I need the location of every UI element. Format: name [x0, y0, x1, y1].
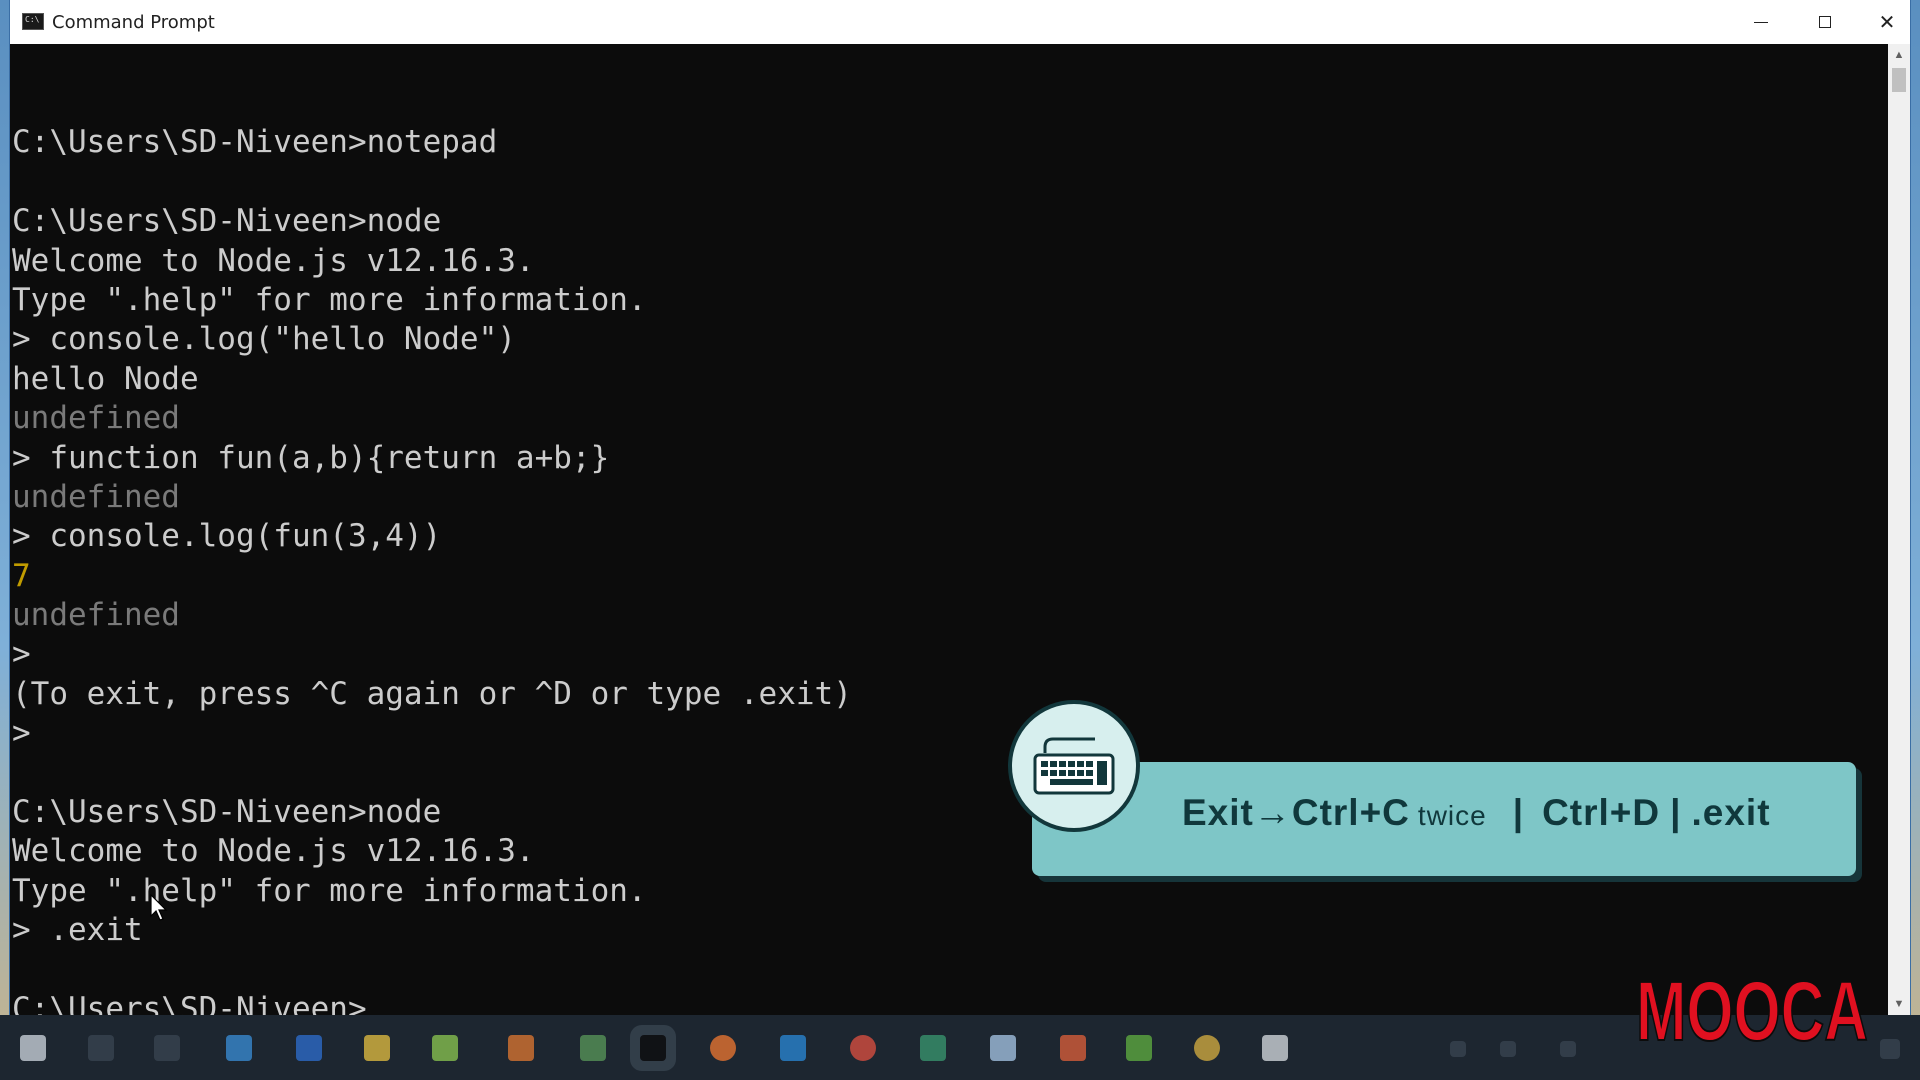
console-line: (To exit, press ^C again or ^D or type .…	[12, 675, 852, 712]
console-line: undefined	[12, 478, 180, 515]
console-line: undefined	[12, 597, 180, 634]
vscode-icon[interactable]	[780, 1035, 806, 1061]
console-line: >	[12, 715, 31, 752]
windows-taskbar	[0, 1015, 1920, 1080]
hint-ctrl-d: Ctrl+D	[1542, 792, 1661, 833]
hint-separator-2: |	[1670, 792, 1682, 833]
app-icon-orange[interactable]	[508, 1035, 534, 1061]
console-line: > console.log(fun(3,4))	[12, 518, 442, 555]
console-lines: C:\Users\SD-Niveen>notepad C:\Users\SD-Ni…	[12, 84, 852, 1015]
window-title: Command Prompt	[52, 12, 215, 33]
console-line: C:\Users\SD-Niveen>notepad	[12, 124, 498, 161]
maximize-icon	[1819, 16, 1831, 28]
scroll-up-arrow-icon[interactable]: ▲	[1888, 44, 1910, 66]
hint-twice: twice	[1417, 800, 1487, 831]
app-icon-teal[interactable]	[920, 1035, 946, 1061]
console-line: C:\Users\SD-Niveen>node	[12, 203, 442, 240]
hint-exit: Exit	[1182, 792, 1254, 833]
start-icon[interactable]	[20, 1035, 46, 1061]
hint-banner: Exit→Ctrl+C twice | Ctrl+D | .exit	[1032, 762, 1856, 876]
minimize-icon	[1754, 21, 1768, 23]
search-icon[interactable]	[88, 1035, 114, 1061]
console-line: > console.log("hello Node")	[12, 321, 516, 358]
mooca-logo: MOOCA	[1636, 963, 1868, 1050]
console-line: >	[12, 636, 31, 673]
console-line: Type ".help" for more information.	[12, 872, 647, 909]
scroll-down-arrow-icon[interactable]: ▼	[1888, 993, 1910, 1015]
mouse-pointer-icon	[150, 894, 168, 921]
hint-ctrl-c: Ctrl+C	[1291, 792, 1410, 833]
chrome-icon[interactable]	[580, 1035, 606, 1061]
file-explorer-icon[interactable]	[364, 1035, 390, 1061]
console-line: > function fun(a,b){return a+b;}	[12, 439, 610, 476]
edge-icon[interactable]	[226, 1035, 252, 1061]
firefox-icon[interactable]	[710, 1035, 736, 1061]
scroll-thumb[interactable]	[1892, 68, 1906, 92]
hint-dot-exit: .exit	[1691, 792, 1771, 833]
console-line: Welcome to Node.js v12.16.3.	[12, 242, 535, 279]
cmd-app-icon	[22, 13, 44, 30]
console-line: Type ".help" for more information.	[12, 281, 647, 318]
console-line: undefined	[12, 400, 180, 437]
minimize-button[interactable]	[1730, 0, 1792, 44]
tray-icon[interactable]	[1450, 1041, 1466, 1057]
notification-icon[interactable]	[1880, 1039, 1900, 1059]
console-line: hello Node	[12, 360, 199, 397]
vertical-scrollbar[interactable]: ▲ ▼	[1888, 44, 1910, 1015]
volume-icon[interactable]	[1560, 1041, 1576, 1057]
hint-separator: |	[1512, 792, 1525, 833]
powerpoint-icon[interactable]	[1060, 1035, 1086, 1061]
hint-arrow-icon: →	[1253, 792, 1292, 833]
console-line: C:\Users\SD-Niveen>node	[12, 794, 442, 831]
keyboard-icon	[1008, 700, 1140, 832]
close-button[interactable]: ✕	[1856, 0, 1918, 44]
exit-shortcut-hint: Exit→Ctrl+C twice | Ctrl+D | .exit	[1008, 700, 1858, 885]
chrome-icon-2[interactable]	[1194, 1035, 1220, 1061]
task-view-icon[interactable]	[154, 1035, 180, 1061]
excel-icon[interactable]	[1126, 1035, 1152, 1061]
app-icon-green[interactable]	[432, 1035, 458, 1061]
keyboard-glyph-icon	[1033, 737, 1115, 795]
app-icon-blue[interactable]	[296, 1035, 322, 1061]
logo-text: MOOCA	[1636, 964, 1868, 1050]
maximize-button[interactable]	[1794, 0, 1856, 44]
console-line: 7	[12, 557, 31, 594]
network-icon[interactable]	[1500, 1041, 1516, 1057]
console-line: C:\Users\SD-Niveen>	[12, 990, 852, 1015]
title-bar[interactable]: Command Prompt ✕	[10, 0, 1910, 44]
cmd-taskbar-icon[interactable]	[640, 1035, 666, 1061]
close-icon: ✕	[1878, 10, 1896, 34]
console-line: Welcome to Node.js v12.16.3.	[12, 833, 535, 870]
console-line: > .exit	[12, 912, 143, 949]
hint-text: Exit→Ctrl+C twice | Ctrl+D | .exit	[1182, 792, 1771, 834]
app-icon-grey[interactable]	[1262, 1035, 1288, 1061]
app-icon-red[interactable]	[850, 1035, 876, 1061]
app-icon-light[interactable]	[990, 1035, 1016, 1061]
